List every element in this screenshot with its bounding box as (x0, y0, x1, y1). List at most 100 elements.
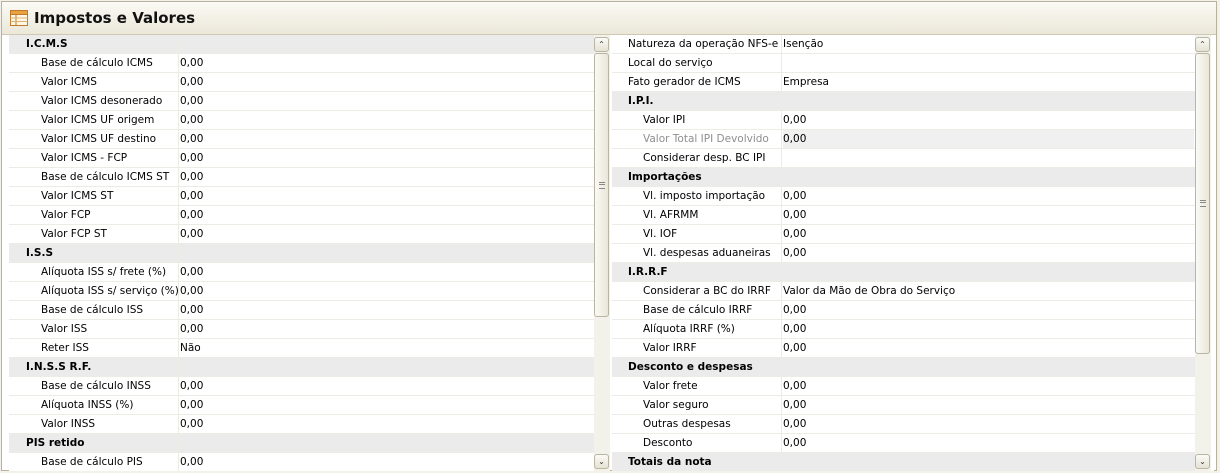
property-label: Valor ISS (9, 320, 179, 338)
property-value[interactable]: 0,00 (180, 453, 593, 471)
property-row[interactable]: Valor FCP ST 0,00 (9, 225, 594, 244)
scroll-up-button[interactable]: ⌃ (1195, 37, 1210, 52)
property-value[interactable]: 0,00 (180, 301, 593, 319)
property-row[interactable]: Reter ISS Não (9, 339, 594, 358)
property-row[interactable]: Vl. IOF 0,00 (612, 225, 1195, 244)
scroll-down-button[interactable]: ⌄ (1195, 454, 1210, 469)
taxes-panel: Impostos e Valores I.C.M.S Base de cálcul… (1, 1, 1217, 471)
property-row[interactable]: Valor frete 0,00 (612, 377, 1195, 396)
property-row[interactable]: Vl. imposto importação 0,00 (612, 187, 1195, 206)
property-value[interactable]: 0,00 (180, 225, 593, 243)
property-value[interactable]: Valor da Mão de Obra do Serviço (783, 282, 1194, 300)
property-value[interactable]: 0,00 (783, 377, 1194, 395)
property-label: Base de cálculo ICMS ST (9, 168, 179, 186)
panel-title: Impostos e Valores (34, 9, 196, 27)
property-label: Vl. despesas aduaneiras (612, 244, 782, 262)
property-row[interactable]: Alíquota INSS (%) 0,00 (9, 396, 594, 415)
property-row[interactable]: Valor INSS 0,00 (9, 415, 594, 434)
property-row[interactable]: Alíquota ISS s/ serviço (%) 0,00 (9, 282, 594, 301)
property-row[interactable]: Vl. despesas aduaneiras 0,00 (612, 244, 1195, 263)
property-row[interactable]: Valor IRRF 0,00 (612, 339, 1195, 358)
property-value[interactable] (783, 54, 1194, 72)
property-value[interactable]: Isenção (783, 35, 1194, 53)
property-value[interactable]: 0,00 (180, 282, 593, 300)
property-value[interactable]: 0,00 (180, 149, 593, 167)
property-label: Local do serviço (612, 54, 782, 72)
property-value[interactable]: Empresa (783, 73, 1194, 91)
property-value[interactable]: 0,00 (783, 396, 1194, 414)
property-label: Valor FCP (9, 206, 179, 224)
left-property-grid[interactable]: I.C.M.S Base de cálculo ICMS 0,00 Valor ICM… (9, 35, 610, 471)
property-label: Valor IRRF (612, 339, 782, 357)
property-value[interactable]: 0,00 (180, 415, 593, 433)
property-row[interactable]: Considerar desp. BC IPI (612, 149, 1195, 168)
property-value[interactable]: 0,00 (180, 111, 593, 129)
scroll-thumb[interactable] (594, 53, 609, 317)
property-value[interactable]: 0,00 (783, 225, 1194, 243)
property-label: Valor IPI (612, 111, 782, 129)
property-value[interactable]: 0,00 (783, 244, 1194, 262)
category-label: Desconto e despesas (612, 358, 782, 376)
property-row[interactable]: Natureza da operação NFS-e Isenção (612, 35, 1195, 54)
property-row[interactable]: Alíquota IRRF (%) 0,00 (612, 320, 1195, 339)
property-row[interactable]: Base de cálculo INSS 0,00 (9, 377, 594, 396)
property-row[interactable]: Outras despesas 0,00 (612, 415, 1195, 434)
property-value[interactable]: 0,00 (783, 415, 1194, 433)
property-row[interactable]: Base de cálculo PIS 0,00 (9, 453, 594, 471)
property-row[interactable]: Valor ISS 0,00 (9, 320, 594, 339)
property-value[interactable]: 0,00 (180, 396, 593, 414)
property-value[interactable]: 0,00 (783, 339, 1194, 357)
property-value[interactable]: 0,00 (783, 187, 1194, 205)
property-row[interactable]: Valor ICMS ST 0,00 (9, 187, 594, 206)
category-row: I.S.S (9, 244, 594, 263)
property-row[interactable]: Fato gerador de ICMS Empresa (612, 73, 1195, 92)
property-value[interactable]: 0,00 (180, 54, 593, 72)
scroll-down-button[interactable]: ⌄ (594, 454, 609, 469)
property-value[interactable]: 0,00 (180, 130, 593, 148)
property-value[interactable]: 0,00 (180, 206, 593, 224)
property-value[interactable]: 0,00 (180, 320, 593, 338)
property-row[interactable]: Alíquota ISS s/ frete (%) 0,00 (9, 263, 594, 282)
property-value[interactable]: 0,00 (180, 377, 593, 395)
property-label: Alíquota IRRF (%) (612, 320, 782, 338)
property-label: Considerar a BC do IRRF (612, 282, 782, 300)
property-row[interactable]: Base de cálculo ICMS 0,00 (9, 54, 594, 73)
property-row[interactable]: Desconto 0,00 (612, 434, 1195, 453)
property-row[interactable]: Vl. AFRMM 0,00 (612, 206, 1195, 225)
property-value[interactable]: 0,00 (783, 320, 1194, 338)
property-value[interactable]: 0,00 (180, 92, 593, 110)
property-row[interactable]: Local do serviço (612, 54, 1195, 73)
property-value[interactable] (783, 149, 1194, 167)
left-scrollbar[interactable]: ⌃ ⌄ (594, 35, 610, 471)
property-value[interactable]: Não (180, 339, 593, 357)
property-value[interactable]: 0,00 (783, 206, 1194, 224)
property-label: Valor frete (612, 377, 782, 395)
right-property-grid[interactable]: Natureza da operação NFS-e Isenção Local d… (612, 35, 1214, 471)
property-row[interactable]: Valor Total IPI Devolvido 0,00 (612, 130, 1195, 149)
property-row[interactable]: Valor FCP 0,00 (9, 206, 594, 225)
property-row[interactable]: Valor ICMS desonerado 0,00 (9, 92, 594, 111)
property-row[interactable]: Valor IPI 0,00 (612, 111, 1195, 130)
property-row[interactable]: Valor ICMS UF origem 0,00 (9, 111, 594, 130)
property-row[interactable]: Valor ICMS UF destino 0,00 (9, 130, 594, 149)
property-label: Desconto (612, 434, 782, 452)
scroll-up-button[interactable]: ⌃ (594, 37, 609, 52)
scroll-thumb[interactable] (1195, 53, 1210, 354)
property-value[interactable]: 0,00 (783, 111, 1194, 129)
property-label: Base de cálculo INSS (9, 377, 179, 395)
property-row[interactable]: Base de cálculo ISS 0,00 (9, 301, 594, 320)
right-scrollbar[interactable]: ⌃ ⌄ (1195, 35, 1211, 471)
property-value[interactable]: 0,00 (180, 168, 593, 186)
property-row[interactable]: Base de cálculo IRRF 0,00 (612, 301, 1195, 320)
property-row[interactable]: Valor ICMS - FCP 0,00 (9, 149, 594, 168)
property-row[interactable]: Base de cálculo ICMS ST 0,00 (9, 168, 594, 187)
property-row[interactable]: Valor ICMS 0,00 (9, 73, 594, 92)
property-row[interactable]: Considerar a BC do IRRF Valor da Mão de O… (612, 282, 1195, 301)
category-row: I.P.I. (612, 92, 1195, 111)
property-value[interactable]: 0,00 (180, 187, 593, 205)
property-value[interactable]: 0,00 (180, 263, 593, 281)
property-row[interactable]: Valor seguro 0,00 (612, 396, 1195, 415)
property-value[interactable]: 0,00 (180, 73, 593, 91)
property-value[interactable]: 0,00 (783, 434, 1194, 452)
property-value[interactable]: 0,00 (783, 301, 1194, 319)
